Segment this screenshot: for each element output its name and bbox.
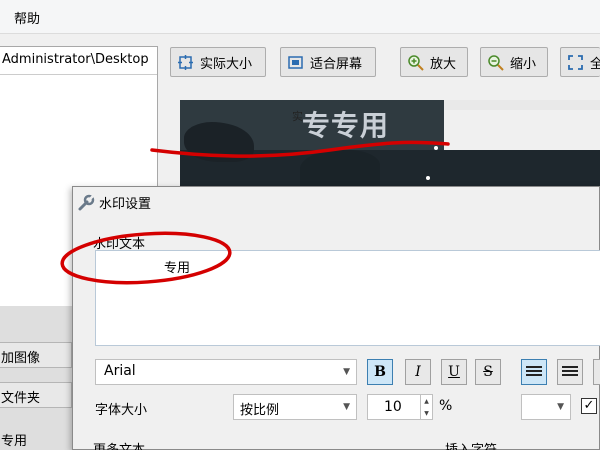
dialog-title-bar: 水印设置 xyxy=(77,193,151,212)
wrench-icon xyxy=(77,194,95,212)
zoom-out-label: 缩小 xyxy=(510,56,537,72)
size-mode-select[interactable]: 按比例 ▼ xyxy=(233,394,357,420)
chevron-down-icon: ▼ xyxy=(343,367,350,377)
zoom-in-button[interactable]: 放大 xyxy=(400,47,468,77)
watermark-text-value: 专用 xyxy=(164,261,191,276)
align-left-button[interactable] xyxy=(521,359,547,385)
preview-watermark-text: 专专用 xyxy=(302,109,390,142)
left-bottom-label: 专用 xyxy=(1,434,28,449)
chevron-down-icon: ▼ xyxy=(557,402,564,412)
size-mode-value: 按比例 xyxy=(240,403,280,418)
menu-bar: 帮助 xyxy=(0,0,600,34)
actual-size-label: 实际大小 xyxy=(200,56,253,72)
stepper-arrows[interactable]: ▲ ▼ xyxy=(420,395,432,419)
align-center-icon xyxy=(562,366,578,378)
italic-button[interactable]: I xyxy=(405,359,431,385)
preview-tree-shape xyxy=(300,150,380,188)
fit-screen-label: 适合屏幕 xyxy=(310,56,363,72)
secondary-select[interactable]: ▼ xyxy=(521,394,571,420)
fullscreen-button[interactable]: 全 xyxy=(560,47,600,77)
font-family-value: Arial xyxy=(104,363,136,379)
zoom-out-icon xyxy=(487,54,504,71)
add-folder-button[interactable]: 文件夹 xyxy=(0,382,72,408)
fit-screen-icon xyxy=(287,54,304,71)
watermark-text-input[interactable]: 专用 xyxy=(95,250,600,346)
percent-label: % xyxy=(439,398,453,414)
option-checkbox[interactable]: ✓ xyxy=(581,398,597,414)
underline-button[interactable]: U xyxy=(441,359,467,385)
font-family-select[interactable]: Arial ▼ xyxy=(95,359,357,385)
zoom-in-label: 放大 xyxy=(430,56,457,72)
strikethrough-button[interactable]: S xyxy=(475,359,501,385)
align-center-button[interactable] xyxy=(557,359,583,385)
add-image-button[interactable]: 加图像 xyxy=(0,342,72,368)
font-size-label: 字体大小 xyxy=(95,403,148,418)
dialog-title: 水印设置 xyxy=(99,197,152,212)
chevron-down-icon: ▼ xyxy=(343,402,350,412)
actual-size-icon xyxy=(177,54,194,71)
menu-help[interactable]: 帮助 xyxy=(14,8,40,27)
folder-path-field[interactable]: Administrator\Desktop xyxy=(0,47,157,75)
insert-char-label: 插入字符 xyxy=(445,439,497,450)
font-size-value: 10 xyxy=(384,399,402,415)
align-right-button[interactable] xyxy=(593,359,600,385)
font-size-stepper[interactable]: 10 ▲ ▼ xyxy=(367,394,433,420)
left-button-area xyxy=(0,306,72,450)
preview-star xyxy=(426,176,430,180)
align-left-icon xyxy=(526,366,542,378)
actual-size-button[interactable]: 实际大小 xyxy=(170,47,266,77)
fullscreen-label: 全 xyxy=(590,53,600,72)
preview-star xyxy=(434,146,438,150)
zoom-out-button[interactable]: 缩小 xyxy=(480,47,548,77)
zoom-in-icon xyxy=(407,54,424,71)
more-text-label: 更多文本 xyxy=(93,439,145,450)
fit-screen-button[interactable]: 适合屏幕 xyxy=(280,47,376,77)
fullscreen-icon xyxy=(567,54,584,71)
bold-button[interactable]: B xyxy=(367,359,393,385)
watermark-settings-dialog: 水印设置 水印文本 专用 Arial ▼ B I U S 字体大小 按比例 ▼ … xyxy=(72,186,600,450)
